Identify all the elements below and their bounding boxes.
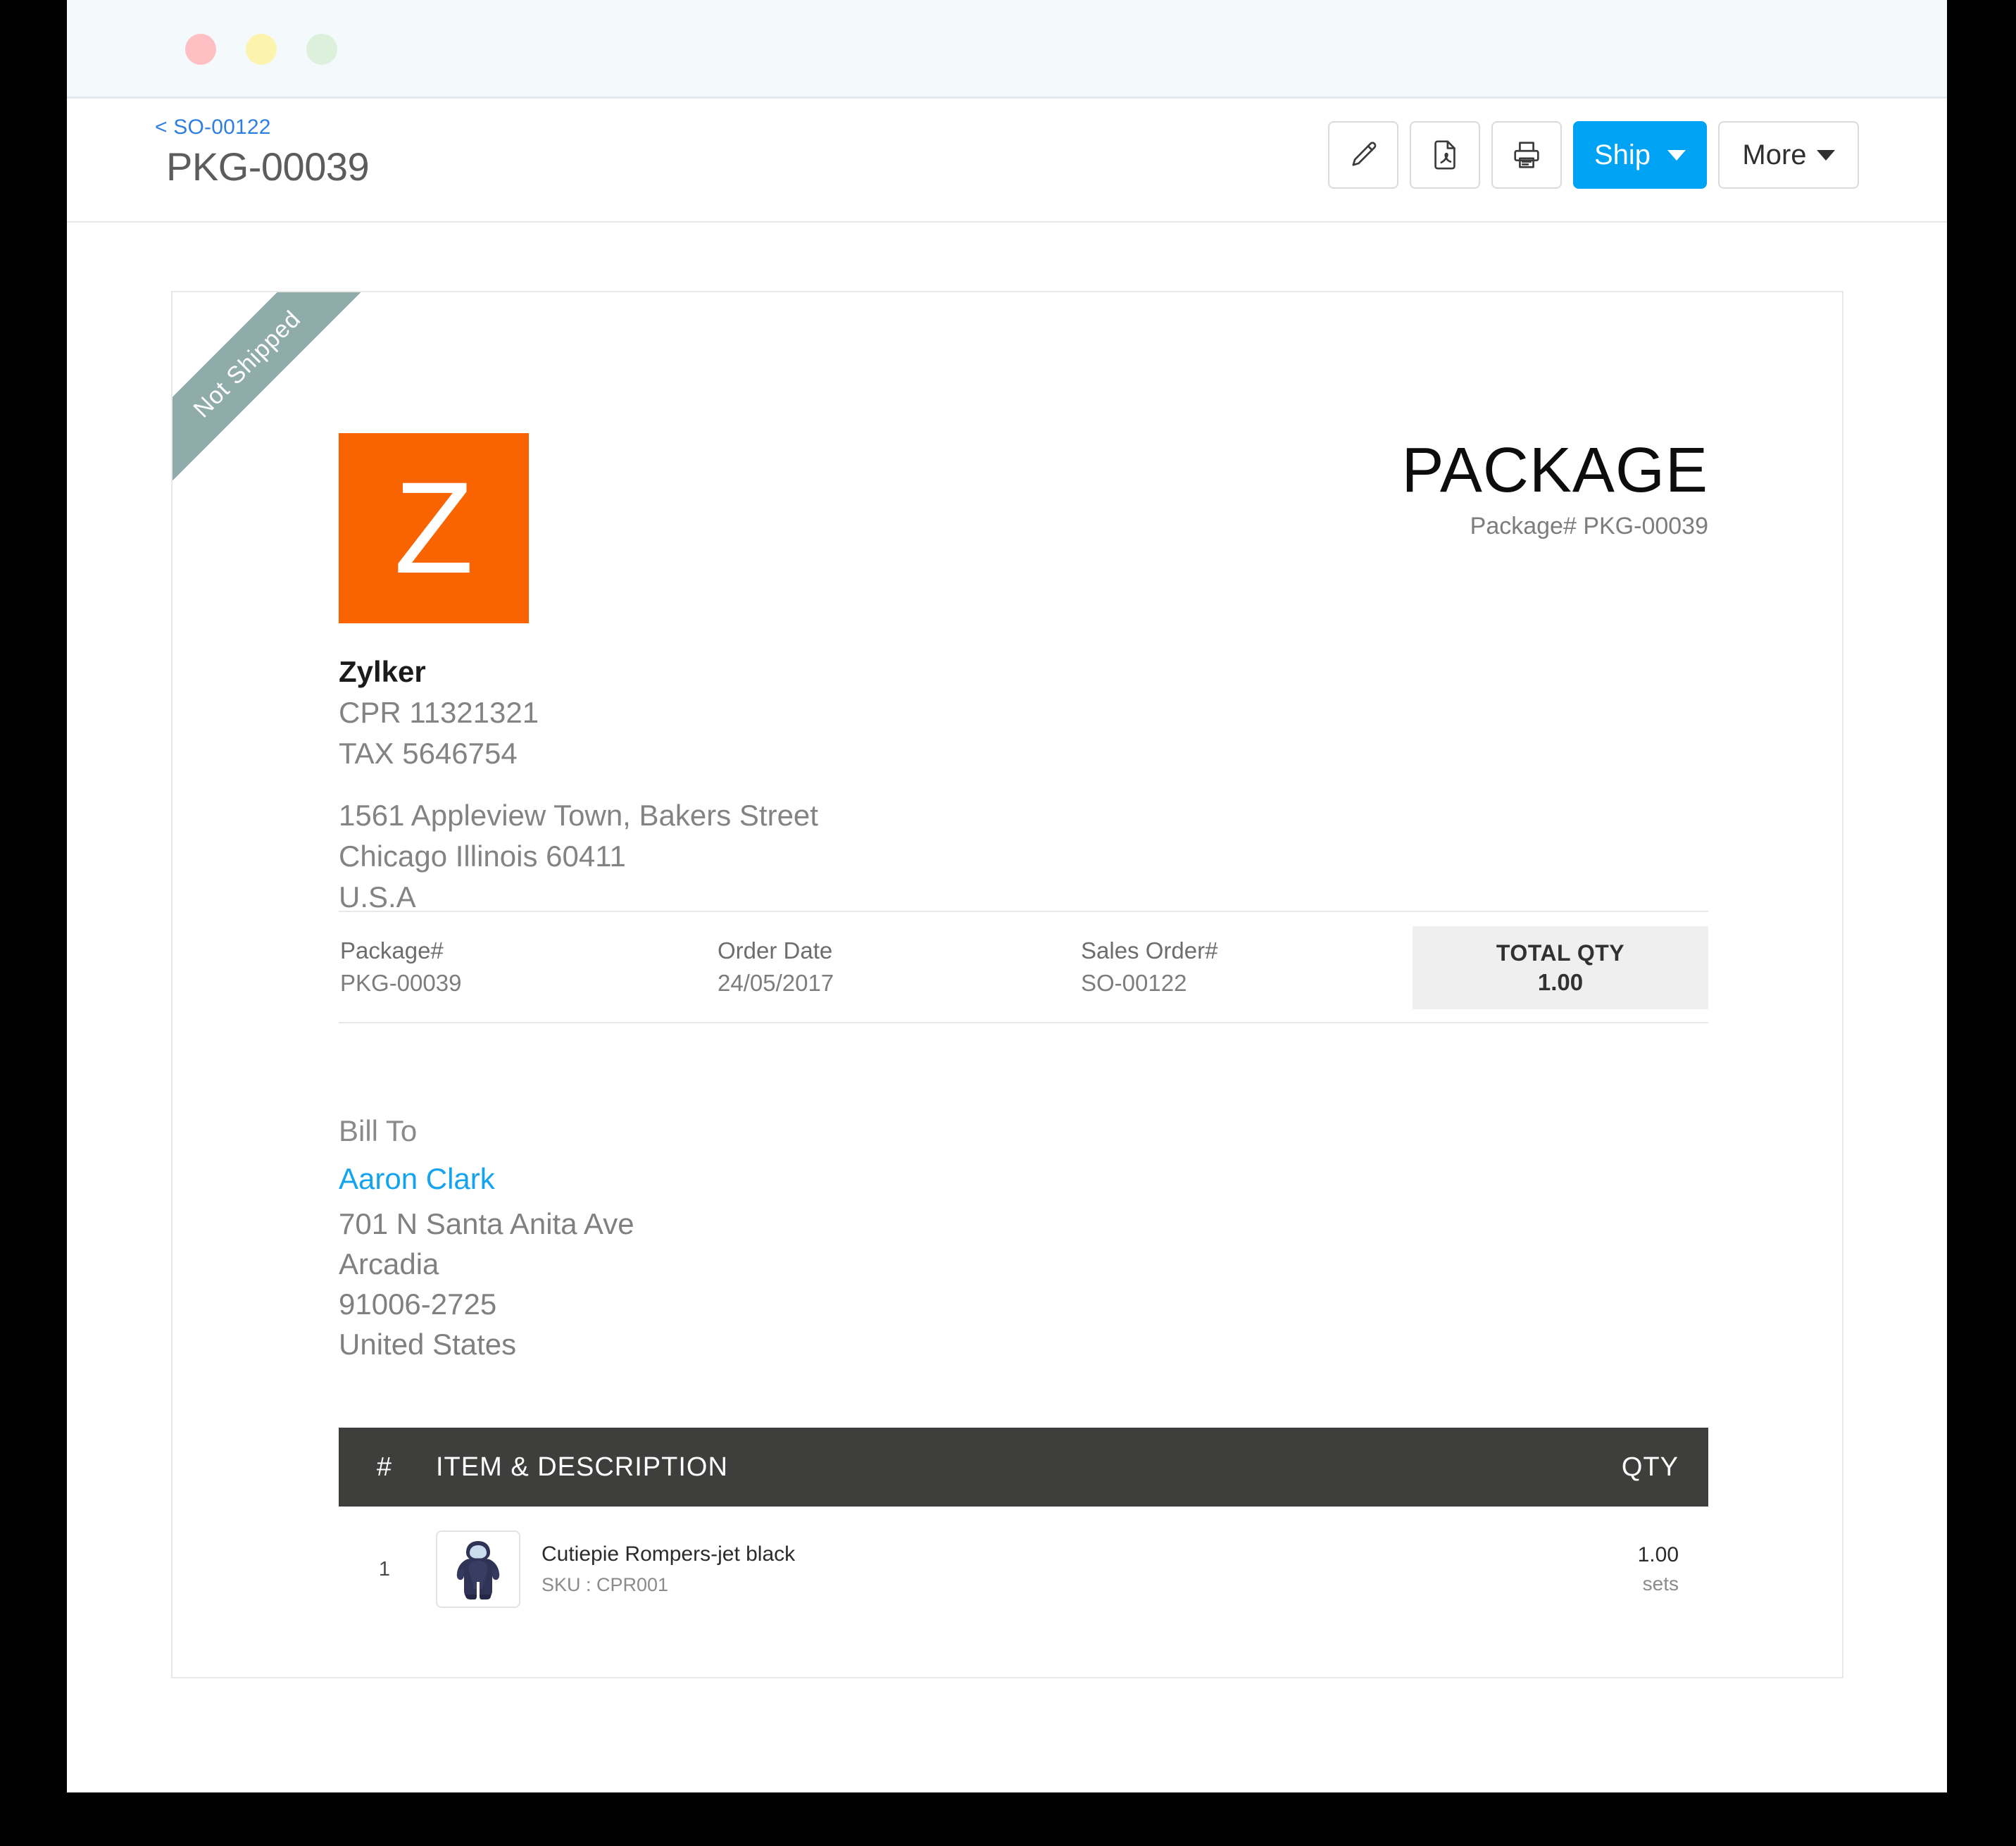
header-title-group: < SO-00122 PKG-00039 bbox=[155, 114, 370, 190]
document-number: Package# PKG-00039 bbox=[1470, 513, 1708, 540]
page-header: < SO-00122 PKG-00039 Ship More bbox=[67, 99, 1947, 223]
document-top-section: Z Zylker CPR 11321321 TAX 5646754 1561 A… bbox=[339, 433, 1708, 913]
baby-romper-thumbnail bbox=[436, 1530, 520, 1608]
document-body: Z Zylker CPR 11321321 TAX 5646754 1561 A… bbox=[339, 433, 1708, 1636]
item-sku: SKU : CPR001 bbox=[541, 1574, 669, 1595]
close-button[interactable] bbox=[185, 34, 216, 65]
company-name: Zylker bbox=[339, 655, 426, 688]
column-header-qty: QTY bbox=[1621, 1452, 1679, 1482]
total-qty-box: TOTAL QTY 1.00 bbox=[1413, 926, 1708, 1009]
line-items-header-row: # ITEM & DESCRIPTION QTY bbox=[339, 1428, 1708, 1507]
row-item-text: Cutiepie Rompers-jet black SKU : CPR001 bbox=[541, 1539, 795, 1599]
chevron-down-icon bbox=[1667, 149, 1686, 161]
document-meta-row: Package# PKG-00039 Order Date 24/05/2017… bbox=[339, 911, 1708, 1023]
pdf-file-icon bbox=[1429, 139, 1461, 171]
printer-icon bbox=[1510, 139, 1543, 171]
logo-letter: Z bbox=[394, 455, 474, 601]
company-address-line: Chicago Illinois 60411 bbox=[339, 840, 626, 873]
more-button[interactable]: More bbox=[1718, 121, 1859, 189]
company-tax: TAX 5646754 bbox=[339, 737, 518, 770]
meta-value: SO-00122 bbox=[1081, 970, 1187, 996]
bill-to-address-line: Arcadia bbox=[339, 1247, 439, 1280]
company-cpr: CPR 11321321 bbox=[339, 696, 539, 729]
meta-value: 24/05/2017 bbox=[718, 970, 834, 996]
bill-to-address-line: 91006-2725 bbox=[339, 1287, 497, 1321]
company-logo: Z bbox=[339, 433, 529, 623]
ship-button[interactable]: Ship bbox=[1573, 121, 1707, 189]
item-qty: 1.00 bbox=[1637, 1543, 1679, 1566]
meta-label: Package# bbox=[340, 937, 444, 963]
chevron-down-icon bbox=[1816, 149, 1835, 161]
meta-field-package-number: Package# PKG-00039 bbox=[340, 935, 461, 999]
ribbon-label: Not Shipped bbox=[188, 305, 306, 423]
row-qty-cell: 1.00 sets bbox=[1497, 1540, 1708, 1598]
bill-to-customer-link[interactable]: Aaron Clark bbox=[339, 1154, 495, 1204]
bill-to-address-line: United States bbox=[339, 1328, 517, 1361]
company-info: Zylker CPR 11321321 TAX 5646754 1561 App… bbox=[339, 651, 818, 918]
package-document-card: Not Shipped Z Zylker CPR 11321321 TAX 56… bbox=[171, 291, 1843, 1678]
row-item-cell: Cutiepie Rompers-jet black SKU : CPR001 bbox=[430, 1530, 1497, 1608]
app-window: < SO-00122 PKG-00039 Ship More Not Shipp… bbox=[67, 0, 1947, 1792]
minimize-button[interactable] bbox=[246, 34, 277, 65]
meta-value: PKG-00039 bbox=[340, 970, 462, 996]
line-items-table: # ITEM & DESCRIPTION QTY 1 Cutiepie Romp… bbox=[339, 1428, 1708, 1636]
row-index: 1 bbox=[378, 1557, 391, 1580]
item-name: Cutiepie Rompers-jet black bbox=[541, 1542, 796, 1566]
meta-field-order-date: Order Date 24/05/2017 bbox=[718, 935, 834, 999]
bill-to-section: Bill To Aaron Clark 701 N Santa Anita Av… bbox=[339, 1108, 1708, 1364]
bill-to-address-line: 701 N Santa Anita Ave bbox=[339, 1207, 634, 1240]
ribbon-fold-top bbox=[308, 292, 332, 316]
pdf-button[interactable] bbox=[1410, 121, 1480, 189]
bill-to-label: Bill To bbox=[339, 1114, 418, 1147]
romper-image bbox=[456, 1541, 500, 1599]
total-qty-label: TOTAL QTY bbox=[1496, 940, 1625, 966]
ship-button-label: Ship bbox=[1594, 139, 1651, 170]
window-controls bbox=[185, 34, 337, 65]
edit-button[interactable] bbox=[1328, 121, 1398, 189]
header-actions-toolbar: Ship More bbox=[1328, 121, 1859, 189]
company-address-line: 1561 Appleview Town, Bakers Street bbox=[339, 799, 818, 832]
ribbon-fold-left bbox=[173, 428, 196, 451]
pencil-icon bbox=[1347, 139, 1379, 171]
table-row: 1 Cutiepie Rompers-jet black SKU: CPR00… bbox=[339, 1507, 1708, 1636]
item-qty-unit: sets bbox=[1642, 1573, 1679, 1595]
more-button-label: More bbox=[1742, 139, 1807, 170]
breadcrumb-back-link[interactable]: < SO-00122 bbox=[155, 114, 369, 141]
total-qty-value: 1.00 bbox=[1537, 969, 1584, 995]
meta-field-sales-order-number: Sales Order# SO-00122 bbox=[1081, 935, 1217, 999]
company-address: 1561 Appleview Town, Bakers Street Chica… bbox=[339, 795, 818, 918]
window-titlebar bbox=[67, 0, 1947, 99]
print-button[interactable] bbox=[1491, 121, 1562, 189]
meta-label: Order Date bbox=[718, 937, 833, 963]
column-header-item-description: ITEM & DESCRIPTION bbox=[436, 1452, 728, 1482]
document-type-title: PACKAGE bbox=[1401, 435, 1708, 506]
maximize-button[interactable] bbox=[306, 34, 337, 65]
screen: < SO-00122 PKG-00039 Ship More Not Shipp… bbox=[0, 0, 2016, 1846]
document-title-block: PACKAGE Package# PKG-00039 bbox=[1402, 433, 1708, 544]
meta-label: Sales Order# bbox=[1081, 937, 1218, 963]
column-header-index: # bbox=[376, 1452, 393, 1482]
page-title: PKG-00039 bbox=[166, 144, 370, 189]
